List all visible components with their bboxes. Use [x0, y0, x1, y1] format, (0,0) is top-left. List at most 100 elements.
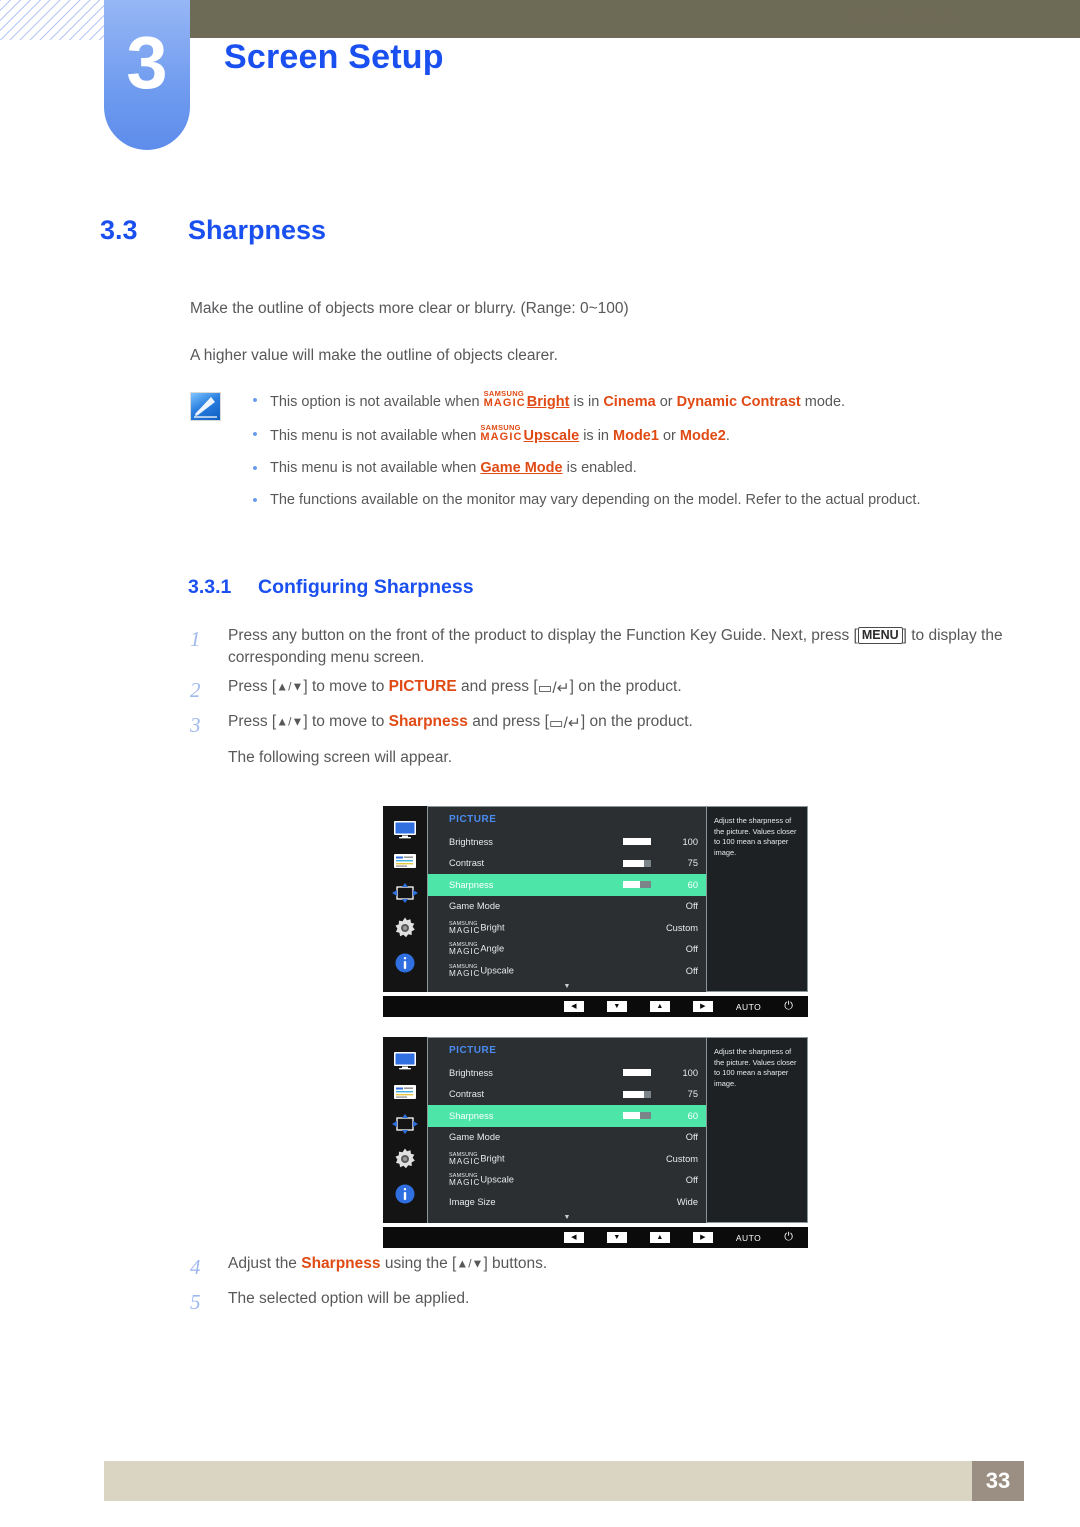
note-item: • This menu is not available when Game M… — [240, 458, 1010, 481]
bullet-icon: • — [252, 492, 258, 509]
osd-screenshot-2: PICTURE Brightness 100 Contrast 75 Sharp… — [383, 1037, 808, 1248]
osd-row-label: SAMSUNG MAGIC Bright — [449, 920, 505, 935]
osd-row-magic-bright[interactable]: SAMSUNG MAGIC Bright Custom — [428, 917, 706, 939]
left-key-icon[interactable]: ◀ — [563, 1001, 584, 1012]
note-item: • This option is not available when SAMS… — [240, 390, 1010, 414]
osd-row-slider[interactable] — [567, 881, 651, 889]
osd-row-value: 100 — [682, 1067, 698, 1078]
osd-row-image-size[interactable]: Image Size Wide — [428, 1191, 706, 1213]
position-arrows-icon[interactable] — [392, 882, 418, 908]
note-text: This option is not available when SAMSUN… — [270, 389, 846, 411]
note-text: The functions available on the monitor m… — [270, 492, 921, 508]
monitor-icon[interactable] — [393, 1051, 417, 1075]
osd-row-brightness[interactable]: Brightness 100 — [428, 1062, 706, 1084]
right-key-icon[interactable]: ▶ — [692, 1001, 713, 1012]
osd-row-slider[interactable] — [567, 1090, 651, 1098]
step-followup-text: The following screen will appear. — [228, 748, 453, 766]
osd-row-value: Off — [685, 901, 698, 912]
up-down-arrows-icon: ▲/▼ — [276, 714, 304, 729]
step-number: 1 — [190, 627, 201, 651]
info-icon[interactable] — [395, 1184, 415, 1209]
decorative-hatch-pattern — [0, 0, 108, 40]
menu-key-badge: MENU — [857, 627, 903, 644]
step-hot-sharpness: Sharpness — [301, 1255, 381, 1272]
osd-row-brightness[interactable]: Brightness 100 — [428, 831, 706, 853]
osd-row-magic-upscale[interactable]: SAMSUNG MAGIC Upscale Off — [428, 1170, 706, 1192]
monitor-icon[interactable] — [393, 820, 417, 844]
position-arrows-icon[interactable] — [392, 1113, 418, 1139]
note-hot-game-mode: Game Mode — [480, 459, 563, 476]
chapter-number-badge: 3 — [104, 0, 190, 150]
display-list-icon[interactable] — [393, 853, 417, 874]
osd-menu-title: PICTURE — [449, 814, 497, 825]
osd-row-contrast[interactable]: Contrast 75 — [428, 1084, 706, 1106]
magic-logo-icon: SAMSUNG MAGIC — [449, 1151, 481, 1166]
step-number: 4 — [190, 1255, 201, 1279]
step-text: Press [▲/▼] to move to Sharpness and pre… — [228, 711, 1005, 739]
osd-row-label: Contrast — [449, 1089, 485, 1100]
osd-row-contrast[interactable]: Contrast 75 — [428, 853, 706, 875]
step-item: 2 Press [▲/▼] to move to PICTURE and pre… — [190, 676, 1005, 704]
gear-icon[interactable] — [394, 917, 416, 944]
bullet-icon: • — [252, 392, 258, 409]
note-item: • The functions available on the monitor… — [240, 490, 1010, 513]
step-text: Press [▲/▼] to move to PICTURE and press… — [228, 676, 1005, 704]
bullet-icon: • — [252, 459, 258, 477]
magic-logo-icon: SAMSUNG MAGIC — [449, 942, 481, 957]
note-pre: This option is not available when — [270, 394, 484, 410]
osd-help-tooltip: Adjust the sharpness of the picture. Val… — [707, 806, 808, 992]
osd-row-label: Sharpness — [449, 879, 494, 890]
osd-row-magic-upscale[interactable]: SAMSUNG MAGIC Upscale Off — [428, 960, 706, 982]
gear-icon[interactable] — [394, 1148, 416, 1175]
magic-bright-word: Bright — [526, 394, 570, 410]
info-icon[interactable] — [395, 953, 415, 978]
step-hot-picture: PICTURE — [388, 678, 457, 695]
right-key-icon[interactable]: ▶ — [692, 1232, 713, 1243]
section-title: Sharpness — [188, 215, 327, 245]
osd-row-slider[interactable] — [567, 1112, 651, 1120]
enter-keys-icon: ▭/↵ — [548, 715, 581, 733]
note-hot-mode2: Mode2 — [679, 427, 726, 444]
left-key-icon[interactable]: ◀ — [563, 1232, 584, 1243]
up-key-icon[interactable]: ▲ — [649, 1232, 670, 1243]
auto-key-label[interactable]: AUTO — [736, 1002, 761, 1012]
magic-logo-icon: SAMSUNG MAGIC — [449, 963, 481, 978]
auto-key-label[interactable]: AUTO — [736, 1233, 761, 1243]
subsection-title: Configuring Sharpness — [258, 576, 474, 598]
osd-row-value: 60 — [687, 1110, 698, 1121]
osd-row-slider[interactable] — [567, 1069, 651, 1077]
osd-row-value: Wide — [676, 1196, 698, 1207]
osd-row-label: Game Mode — [449, 1132, 501, 1143]
down-key-icon[interactable]: ▼ — [606, 1001, 627, 1012]
display-list-icon[interactable] — [393, 1084, 417, 1105]
note-hot-cinema: Cinema — [603, 394, 656, 410]
osd-row-value: 100 — [682, 836, 698, 847]
osd-row-game-mode[interactable]: Game Mode Off — [428, 1127, 706, 1149]
osd-row-sharpness-selected[interactable]: Sharpness 60 — [428, 874, 706, 896]
osd-row-slider[interactable] — [567, 859, 651, 867]
section-number: 3.3 — [100, 215, 138, 245]
osd-body: PICTURE Brightness 100 Contrast 75 Sharp… — [383, 1037, 808, 1223]
osd-row-label: Brightness — [449, 836, 493, 847]
magic-upscale-word: Upscale — [523, 427, 580, 444]
power-icon[interactable]: ⏻ — [784, 1232, 793, 1243]
down-key-icon[interactable]: ▼ — [606, 1232, 627, 1243]
osd-screenshot-1: PICTURE Brightness 100 Contrast 75 Sharp… — [383, 806, 808, 1017]
up-key-icon[interactable]: ▲ — [649, 1001, 670, 1012]
osd-row-magic-angle[interactable]: SAMSUNG MAGIC Angle Off — [428, 939, 706, 961]
page-number-badge: 33 — [972, 1461, 1024, 1501]
osd-row-sharpness-selected[interactable]: Sharpness 60 — [428, 1105, 706, 1127]
osd-row-game-mode[interactable]: Game Mode Off — [428, 896, 706, 918]
magic-bright-logo: SAMSUNG MAGIC — [483, 389, 526, 409]
note-text: This menu is not available when Game Mod… — [270, 459, 637, 476]
scroll-down-caret-icon[interactable]: ▼ — [564, 1214, 571, 1221]
osd-row-value: Custom — [665, 1153, 698, 1164]
scroll-down-caret-icon[interactable]: ▼ — [564, 983, 571, 990]
subsection-number: 3.3.1 — [188, 576, 232, 598]
section-paragraph-2: A higher value will make the outline of … — [190, 347, 558, 364]
osd-row-label: SAMSUNG MAGIC Bright — [449, 1151, 505, 1166]
osd-row-slider[interactable] — [567, 838, 651, 846]
osd-row-magic-bright[interactable]: SAMSUNG MAGIC Bright Custom — [428, 1148, 706, 1170]
footer-bar — [104, 1461, 1024, 1501]
power-icon[interactable]: ⏻ — [784, 1001, 793, 1012]
